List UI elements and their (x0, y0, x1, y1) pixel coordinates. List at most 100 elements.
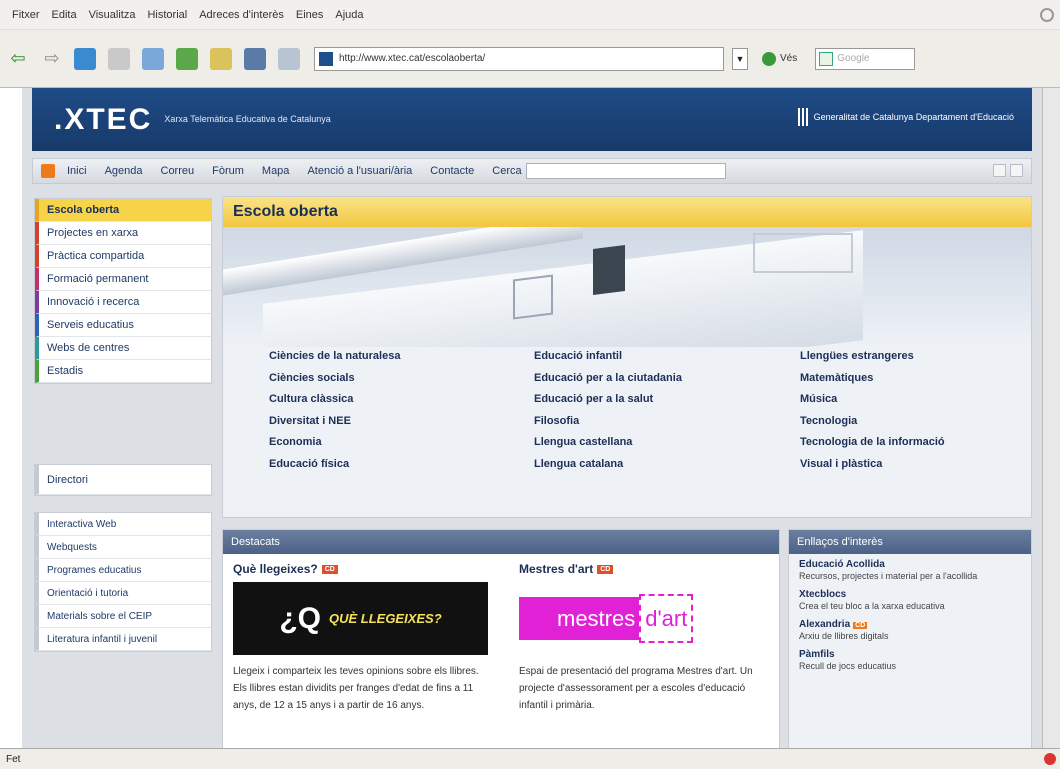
link-item[interactable]: Pàmfils Recull de jocs educatius (789, 644, 1031, 674)
forward-icon[interactable]: ⇨ (40, 47, 64, 71)
browser-toolbar: ⇦ ⇨ http://www.xtec.cat/escolaoberta/ ▼ … (0, 30, 1060, 88)
nav-atencio[interactable]: Atenció a l'usuari/ària (307, 165, 412, 177)
site-header: .XTEC Xarxa Telemàtica Educativa de Cata… (32, 88, 1032, 151)
link-desc: Recursos, projectes i material per a l'a… (799, 571, 978, 581)
subject-link[interactable]: Ciències de la naturalesa (269, 346, 400, 368)
subject-link[interactable]: Matemàtiques (800, 368, 945, 390)
sidebar-item-interactiva[interactable]: Interactiva Web (35, 513, 211, 536)
link-title: Xtecblocs (799, 589, 847, 600)
google-search-placeholder: Google (837, 53, 870, 64)
banner-left-text: mestres (519, 597, 640, 640)
sidebar-item-estadis[interactable]: Estadis (35, 360, 211, 383)
user-icon[interactable] (1010, 164, 1023, 177)
subject-link[interactable]: Música (800, 389, 945, 411)
que-llegeixes-banner[interactable]: ¿Q QUÈ LLEGEIXES? (233, 582, 488, 655)
gencat-text: Generalitat de Catalunya Departament d'E… (813, 111, 1014, 122)
sidebar-main: Escola oberta Projectes en xarxa Pràctic… (34, 198, 212, 384)
print-icon[interactable] (210, 47, 232, 70)
subject-link[interactable]: Llengua catalana (534, 454, 682, 476)
site-navbar: Inici Agenda Correu Fòrum Mapa Atenció a… (32, 158, 1032, 184)
google-search-input[interactable]: Google (815, 47, 916, 70)
sidebar-item-projectes[interactable]: Projectes en xarxa (35, 222, 211, 245)
nav-inici[interactable]: Inici (67, 165, 87, 177)
nav-agenda[interactable]: Agenda (105, 165, 143, 177)
featured-title[interactable]: Mestres d'art (519, 562, 593, 576)
menu-bookmarks[interactable]: Adreces d'interès (199, 9, 284, 21)
sidebar-item-serveis[interactable]: Serveis educatius (35, 314, 211, 337)
site-search-input[interactable] (525, 163, 726, 179)
menu-edit[interactable]: Edita (52, 9, 77, 21)
sidebar-item-practica[interactable]: Pràctica compartida (35, 245, 211, 268)
subject-link[interactable]: Tecnologia (800, 411, 945, 433)
link-item[interactable]: Xtecblocs Crea el teu bloc a la xarxa ed… (789, 584, 1031, 614)
cd-badge-icon: CD (321, 564, 338, 574)
downloads-icon[interactable] (244, 47, 266, 70)
stop-icon[interactable] (108, 47, 130, 70)
menu-view[interactable]: Visualitza (89, 9, 136, 21)
tool-icon[interactable] (993, 164, 1006, 177)
sidebar-directori: Directori (34, 464, 212, 496)
subject-link[interactable]: Educació per a la salut (534, 389, 682, 411)
banner-small-text: QUÈ LLEGEIXES? (328, 611, 442, 626)
subject-link[interactable]: Diversitat i NEE (269, 411, 400, 433)
sidebar-item-orientacio[interactable]: Orientació i tutoria (35, 582, 211, 605)
subject-link[interactable]: Educació física (269, 454, 400, 476)
mestres-dart-banner[interactable]: mestres d'art (519, 582, 774, 655)
subject-link[interactable]: Economia (269, 432, 400, 454)
featured-que-llegeixes: Què llegeixes? CD ¿Q QUÈ LLEGEIXES? Lleg… (233, 562, 488, 714)
sidebar-item-innovacio[interactable]: Innovació i recerca (35, 291, 211, 314)
subject-link[interactable]: Cultura clàssica (269, 389, 400, 411)
sidebar-item-webquests[interactable]: Webquests (35, 536, 211, 559)
destacats-panel: Destacats Què llegeixes? CD ¿Q QUÈ LLEGE… (222, 529, 780, 748)
nav-icons (989, 164, 1023, 177)
subject-link[interactable]: Tecnologia de la informació (800, 432, 945, 454)
cd-badge-icon: CD (597, 564, 614, 574)
nav-correu[interactable]: Correu (161, 165, 195, 177)
menu-help[interactable]: Ajuda (335, 9, 363, 21)
subject-link[interactable]: Visual i plàstica (800, 454, 945, 476)
sidebar-item-webs[interactable]: Webs de centres (35, 337, 211, 360)
sidebar-item-formacio[interactable]: Formació permanent (35, 268, 211, 291)
link-item[interactable]: Alexandria CD Arxiu de llibres digitals (789, 614, 1031, 644)
home-icon[interactable] (142, 47, 164, 70)
sidebar-item-materials[interactable]: Materials sobre el CEIP (35, 605, 211, 628)
nav-contacte[interactable]: Contacte (430, 165, 474, 177)
xtec-logo[interactable]: .XTEC (54, 103, 152, 137)
back-icon[interactable]: ⇦ (6, 47, 30, 71)
rss-icon[interactable] (41, 164, 55, 178)
bookmark-icon[interactable] (176, 47, 198, 70)
subject-col-3: Llengües estrangeres Matemàtiques Música… (800, 346, 945, 475)
subject-link[interactable]: Llengua castellana (534, 432, 682, 454)
enllacos-title: Enllaços d'interès (789, 530, 1031, 554)
menu-tools[interactable]: Eines (296, 9, 324, 21)
featured-title[interactable]: Què llegeixes? (233, 562, 318, 576)
mail-icon[interactable] (278, 47, 300, 70)
sidebar-item-escola-oberta[interactable]: Escola oberta (35, 199, 211, 222)
address-bar[interactable]: http://www.xtec.cat/escolaoberta/ (314, 46, 724, 71)
nav-mapa[interactable]: Mapa (262, 165, 290, 177)
xtec-subtitle: Xarxa Telemàtica Educativa de Catalunya (164, 114, 331, 124)
subject-link[interactable]: Llengües estrangeres (800, 346, 945, 368)
subject-link[interactable]: Filosofia (534, 411, 682, 433)
enllacos-panel: Enllaços d'interès Educació Acollida Rec… (788, 529, 1032, 748)
sidebar-item-programes[interactable]: Programes educatius (35, 559, 211, 582)
menu-file[interactable]: Fitxer (12, 9, 40, 21)
sidebar-item-literatura[interactable]: Literatura infantil i juvenil (35, 628, 211, 651)
menu-history[interactable]: Historial (147, 9, 187, 21)
go-label: Vés (780, 53, 798, 64)
status-icon (1044, 753, 1056, 765)
gencat-logo[interactable]: Generalitat de Catalunya Departament d'E… (797, 108, 1014, 126)
subject-link[interactable]: Ciències socials (269, 368, 400, 390)
link-item[interactable]: Educació Acollida Recursos, projectes i … (789, 554, 1031, 584)
sidebar-item-directori[interactable]: Directori (35, 465, 211, 495)
escola-oberta-banner (223, 227, 1031, 347)
subject-link[interactable]: Educació per a la ciutadania (534, 368, 682, 390)
url-dropdown-icon[interactable]: ▼ (732, 47, 748, 70)
scrollbar[interactable] (1042, 88, 1060, 748)
reload-icon[interactable] (74, 47, 96, 70)
browser-menubar: Fitxer Edita Visualitza Historial Adrece… (0, 0, 1060, 30)
subject-link[interactable]: Educació infantil (534, 346, 682, 368)
link-desc: Recull de jocs educatius (799, 661, 897, 671)
nav-forum[interactable]: Fòrum (212, 165, 244, 177)
go-button[interactable]: Vés (762, 51, 798, 66)
